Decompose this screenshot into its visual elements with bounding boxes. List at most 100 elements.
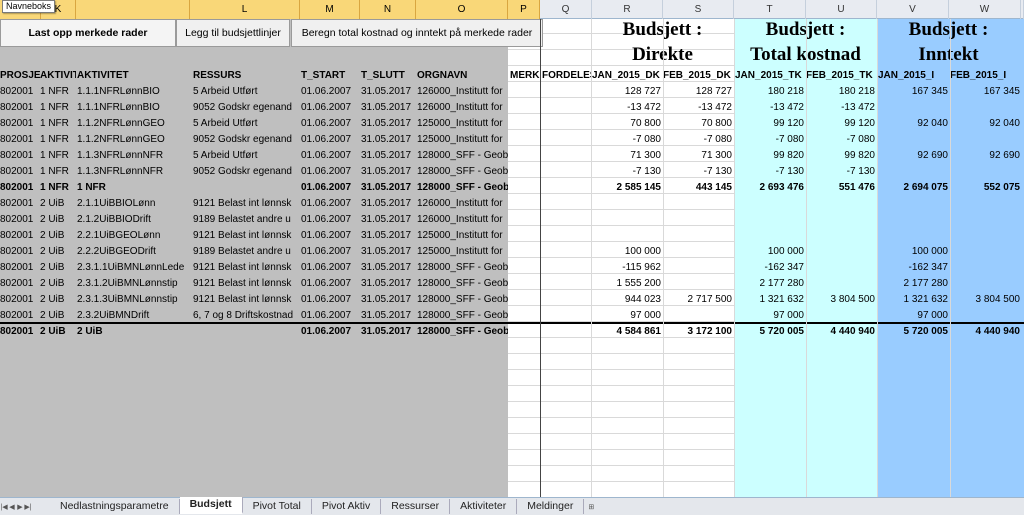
cell-feb-tk[interactable]: 3 804 500 [806, 292, 876, 308]
table-row[interactable]: 802001 1 NFR 1.1.1NFRLønnBIO 9052 Godskr eg… [0, 100, 1024, 116]
cell-feb-dk[interactable]: 2 717 500 [663, 292, 733, 308]
cell-slutt[interactable]: 31.05.2017 [361, 212, 415, 228]
cell-jan-tk[interactable] [735, 212, 804, 228]
cell-aktivitet[interactable]: 1.1.1NFRLønnBIO [77, 100, 191, 116]
cell-org[interactable]: 128000_SFF - Geobiol [417, 324, 508, 340]
cell-feb-i[interactable]: 167 345 [950, 84, 1020, 100]
cell-org[interactable]: 125000_Institutt for [417, 228, 508, 244]
cell-aktivitet[interactable]: 1.1.2NFRLønnGEO [77, 132, 191, 148]
column-header[interactable]: S [663, 0, 734, 19]
sheet-tab[interactable]: Budsjett [179, 497, 243, 514]
cell-ressurs[interactable]: 9121 Belast int lønnsk [193, 276, 301, 292]
cell-org[interactable]: 128000_SFF - Geobiol [417, 180, 508, 196]
cell-jan-i[interactable] [878, 196, 948, 212]
cell-org[interactable]: 128000_SFF - Geobiol [417, 164, 508, 180]
cell-jan-tk[interactable] [735, 196, 804, 212]
cell-slutt[interactable]: 31.05.2017 [361, 84, 415, 100]
cell-akt[interactable]: 1 NFR [40, 180, 76, 196]
cell-slutt[interactable]: 31.05.2017 [361, 148, 415, 164]
cell-akt[interactable]: 2 UiB [40, 212, 76, 228]
cell-jan-i[interactable] [878, 228, 948, 244]
cell-feb-dk[interactable]: -7 130 [663, 164, 732, 180]
cell-feb-dk[interactable]: -7 080 [663, 132, 732, 148]
cell-feb-tk[interactable]: 180 218 [806, 84, 875, 100]
cell-jan-tk[interactable]: 99 120 [735, 116, 804, 132]
cell-jan-dk[interactable]: 70 800 [592, 116, 661, 132]
cell-start[interactable]: 01.06.2007 [301, 244, 359, 260]
prev-sheet-icon[interactable]: ◀ [8, 503, 16, 511]
sheet-tab[interactable]: Nedlastningsparametre [50, 499, 180, 514]
table-row[interactable]: 802001 2 UiB 2.3.1.3UiBMNLønnstip 9121 Bela… [0, 292, 1024, 308]
cell-start[interactable]: 01.06.2007 [301, 212, 359, 228]
cell-start[interactable]: 01.06.2007 [301, 228, 359, 244]
cell-aktivitet[interactable]: 2 UiB [77, 324, 191, 340]
last-sheet-icon[interactable]: ▶| [24, 503, 32, 511]
insert-sheet-icon[interactable]: ⊞ [584, 503, 598, 511]
cell-feb-i[interactable]: 3 804 500 [950, 292, 1021, 308]
cell-jan-tk[interactable]: -7 080 [735, 132, 804, 148]
cell-aktivitet[interactable]: 2.2.2UiBGEODrift [77, 244, 191, 260]
cell-feb-dk[interactable] [663, 212, 732, 228]
cell-feb-dk[interactable] [663, 228, 732, 244]
cell-feb-dk[interactable]: 71 300 [663, 148, 732, 164]
cell-aktivitet[interactable]: 2.1.1UiBBIOLønn [77, 196, 191, 212]
column-header[interactable] [76, 0, 190, 19]
cell-aktivitet[interactable]: 2.2.1UiBGEOLønn [77, 228, 191, 244]
column-header[interactable]: L [190, 0, 300, 19]
cell-start[interactable]: 01.06.2007 [301, 148, 359, 164]
cell-aktivitet[interactable]: 2.1.2UiBBIODrift [77, 212, 191, 228]
cell-aktivitet[interactable]: 1.1.3NFRLønnNFR [77, 164, 191, 180]
cell-org[interactable]: 128000_SFF - Geobiol [417, 276, 508, 292]
cell-jan-dk[interactable]: 944 023 [592, 292, 661, 308]
upload-rows-button[interactable]: Last opp merkede rader [0, 19, 176, 47]
sheet-tab[interactable]: Meldinger [517, 499, 585, 514]
cell-akt[interactable]: 1 NFR [40, 84, 76, 100]
cell-feb-tk[interactable] [806, 244, 875, 260]
cell-slutt[interactable]: 31.05.2017 [361, 180, 415, 196]
cell-prosjekt[interactable]: 802001 [0, 132, 40, 148]
cell-jan-tk[interactable]: 100 000 [735, 244, 804, 260]
cell-jan-i[interactable]: 92 040 [878, 116, 948, 132]
column-header[interactable]: V [877, 0, 949, 19]
cell-start[interactable]: 01.06.2007 [301, 100, 359, 116]
cell-feb-tk[interactable]: 4 440 940 [806, 324, 876, 340]
cell-feb-i[interactable] [950, 100, 1020, 116]
cell-akt[interactable]: 2 UiB [40, 276, 76, 292]
cell-feb-i[interactable] [950, 212, 1020, 228]
cell-feb-i[interactable]: 92 690 [950, 148, 1020, 164]
table-row[interactable]: 802001 2 UiB 2.1.2UiBBIODrift 9189 Belastet… [0, 212, 1024, 228]
cell-feb-i[interactable] [950, 276, 1020, 292]
cell-prosjekt[interactable]: 802001 [0, 276, 40, 292]
cell-prosjekt[interactable]: 802001 [0, 244, 40, 260]
column-header[interactable]: Q [540, 0, 592, 19]
column-header[interactable]: N [360, 0, 416, 19]
cell-feb-dk[interactable]: 3 172 100 [663, 324, 733, 340]
cell-feb-tk[interactable]: -7 130 [806, 164, 875, 180]
cell-ressurs[interactable]: 5 Arbeid Utført [193, 116, 301, 132]
cell-org[interactable]: 126000_Institutt for [417, 84, 508, 100]
cell-akt[interactable]: 1 NFR [40, 116, 76, 132]
cell-ressurs[interactable]: 9121 Belast int lønnsk [193, 260, 301, 276]
cell-start[interactable]: 01.06.2007 [301, 324, 359, 340]
cell-ressurs[interactable] [193, 180, 301, 196]
cell-org[interactable]: 126000_Institutt for [417, 212, 508, 228]
cell-akt[interactable]: 1 NFR [40, 148, 76, 164]
cell-jan-i[interactable]: 1 321 632 [878, 292, 949, 308]
cell-jan-i[interactable] [878, 100, 948, 116]
cell-org[interactable]: 128000_SFF - Geobiol [417, 292, 508, 308]
cell-jan-tk[interactable] [735, 228, 804, 244]
cell-ressurs[interactable]: 9121 Belast int lønnsk [193, 292, 301, 308]
table-row[interactable]: 802001 2 UiB 2 UiB 01.06.2007 31.05.2017 1280… [0, 324, 1024, 340]
sheet-tab[interactable]: Ressurser [381, 499, 451, 514]
cell-jan-i[interactable]: -162 347 [878, 260, 948, 276]
cell-aktivitet[interactable]: 1 NFR [77, 180, 191, 196]
cell-start[interactable]: 01.06.2007 [301, 260, 359, 276]
cell-feb-i[interactable] [950, 164, 1020, 180]
cell-jan-dk[interactable] [592, 228, 661, 244]
cell-akt[interactable]: 2 UiB [40, 244, 76, 260]
cell-slutt[interactable]: 31.05.2017 [361, 292, 415, 308]
table-row[interactable]: 802001 2 UiB 2.2.1UiBGEOLønn 9121 Belast in… [0, 228, 1024, 244]
cell-feb-i[interactable] [950, 244, 1020, 260]
column-header[interactable]: T [734, 0, 806, 19]
cell-prosjekt[interactable]: 802001 [0, 180, 40, 196]
